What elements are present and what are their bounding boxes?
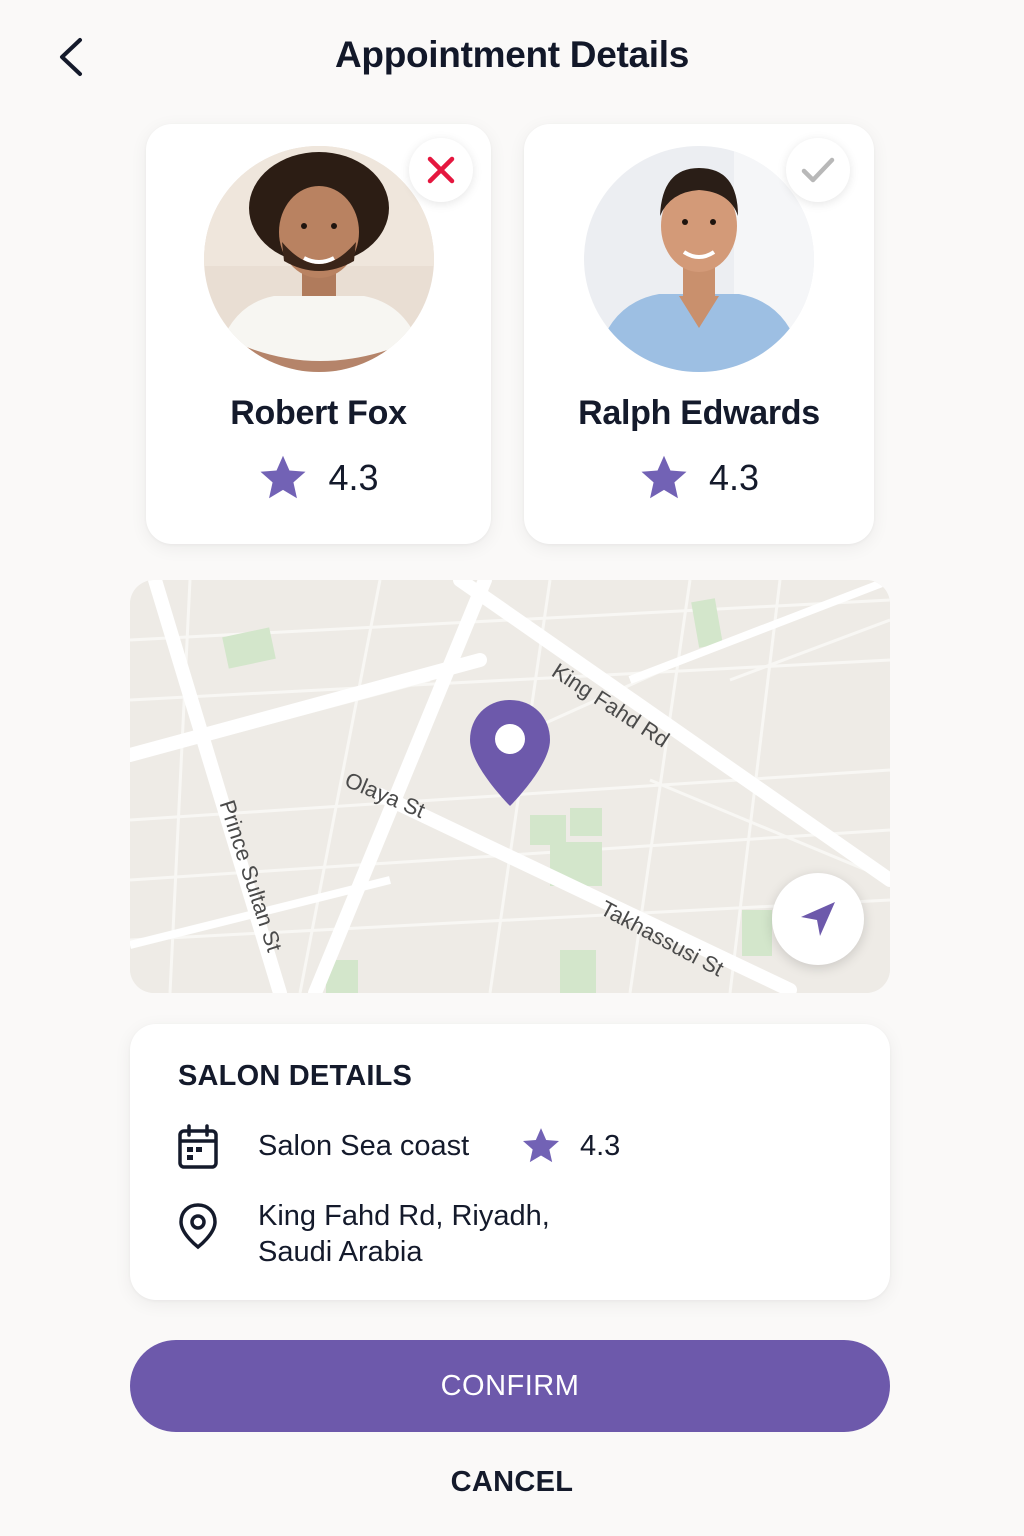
salon-details-card: SALON DETAILS Salon Sea coast 4.3 King F… bbox=[130, 1024, 890, 1300]
address-line: Saudi Arabia bbox=[258, 1236, 423, 1268]
cancel-button[interactable]: CANCEL bbox=[0, 1466, 1024, 1499]
avatar bbox=[203, 146, 434, 372]
stylist-name: Robert Fox bbox=[230, 394, 407, 432]
salon-rating: 4.3 bbox=[580, 1130, 621, 1162]
check-icon bbox=[801, 157, 835, 183]
rating-value: 4.3 bbox=[328, 457, 379, 498]
confirm-button[interactable]: CONFIRM bbox=[130, 1340, 890, 1432]
stylist-name: Ralph Edwards bbox=[578, 394, 820, 432]
locate-button[interactable] bbox=[772, 873, 864, 965]
rating-value: 4.3 bbox=[708, 457, 760, 498]
star-icon bbox=[260, 455, 306, 499]
location-pin-icon bbox=[179, 1203, 217, 1250]
salon-address: King Fahd Rd, Riyadh, Saudi Arabia bbox=[258, 1198, 550, 1270]
salon-name: Salon Sea coast bbox=[258, 1130, 470, 1162]
star-icon bbox=[641, 455, 687, 499]
stylist-card[interactable]: Ralph Edwards 4.3 bbox=[524, 124, 874, 544]
star-icon bbox=[523, 1128, 559, 1163]
accept-stylist-button[interactable] bbox=[786, 138, 850, 202]
address-line: King Fahd Rd, Riyadh, bbox=[258, 1200, 550, 1232]
calendar-icon bbox=[178, 1124, 218, 1169]
header: Appointment Details bbox=[0, 0, 1024, 120]
section-title: SALON DETAILS bbox=[178, 1060, 413, 1092]
map-pin-icon[interactable] bbox=[468, 698, 552, 810]
reject-stylist-button[interactable] bbox=[409, 138, 473, 202]
avatar bbox=[584, 146, 814, 372]
page-title: Appointment Details bbox=[334, 34, 690, 75]
navigation-arrow-icon bbox=[801, 902, 835, 936]
stylist-rating: 4.3 bbox=[146, 454, 491, 502]
close-icon bbox=[427, 156, 455, 184]
map-view[interactable]: King Fahd Rd Olaya St Prince Sultan St T… bbox=[130, 580, 890, 993]
stylist-card[interactable]: Robert Fox 4.3 bbox=[146, 124, 491, 544]
stylist-rating: 4.3 bbox=[524, 454, 874, 502]
